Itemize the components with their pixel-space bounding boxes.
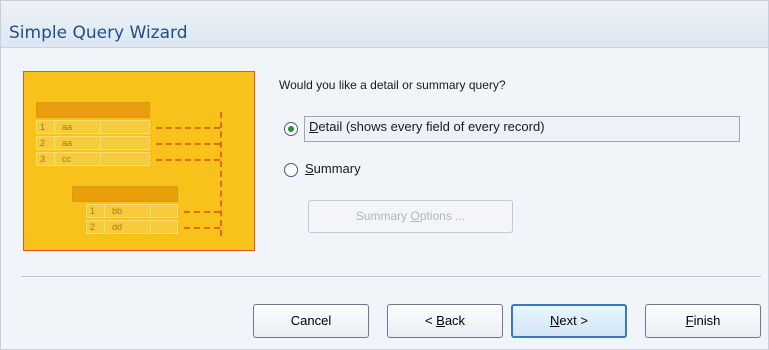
label-text: etail (shows every field of every record… bbox=[318, 119, 545, 134]
finish-button[interactable]: Finish bbox=[645, 304, 761, 338]
label-text: ack bbox=[444, 313, 466, 328]
wizard-window: Simple Query Wizard 1 aa 2 aa 3 cc 1 bb … bbox=[0, 0, 769, 350]
row-value: aa bbox=[59, 121, 101, 133]
accelerator-key: S bbox=[305, 161, 314, 176]
query-type-illustration: 1 aa 2 aa 3 cc 1 bb 2 dd bbox=[23, 71, 255, 251]
row-value: dd bbox=[109, 221, 151, 233]
accelerator-key: D bbox=[309, 119, 319, 134]
window-title: Simple Query Wizard bbox=[9, 23, 188, 43]
accelerator-key: B bbox=[436, 313, 445, 328]
label-text: < bbox=[424, 313, 437, 328]
field-link-vertical-line bbox=[220, 112, 222, 236]
summary-option-label[interactable]: Summary bbox=[305, 161, 361, 176]
label-text: ptions ... bbox=[419, 209, 466, 223]
accelerator-key: O bbox=[410, 209, 420, 223]
label-text: ummary bbox=[313, 161, 361, 176]
accelerator-key: N bbox=[550, 313, 560, 328]
row-number: 1 bbox=[90, 205, 105, 217]
label-text: Cancel bbox=[290, 313, 332, 328]
separator-line bbox=[21, 276, 761, 278]
next-button[interactable]: Next > bbox=[511, 304, 627, 338]
field-link-line bbox=[156, 143, 220, 145]
illustration-table1-row: 2 aa bbox=[36, 136, 150, 150]
accelerator-key: F bbox=[685, 313, 694, 328]
radio-checked-icon[interactable] bbox=[284, 122, 298, 136]
row-number: 1 bbox=[40, 121, 55, 133]
field-link-line bbox=[184, 227, 220, 229]
illustration-table1-row: 3 cc bbox=[36, 152, 150, 166]
radio-unchecked-icon[interactable] bbox=[284, 163, 298, 177]
title-bar[interactable]: Simple Query Wizard bbox=[1, 1, 768, 48]
illustration-table2-row: 2 dd bbox=[86, 220, 178, 234]
illustration-table2-row: 1 bb bbox=[86, 204, 178, 218]
field-link-line bbox=[156, 127, 220, 129]
back-button[interactable]: < Back bbox=[387, 304, 503, 338]
row-value: aa bbox=[59, 137, 101, 149]
cancel-button[interactable]: Cancel bbox=[253, 304, 369, 338]
illustration-table1-header bbox=[36, 102, 150, 118]
label-text: ext > bbox=[559, 313, 588, 328]
illustration-table2-header bbox=[72, 186, 178, 202]
illustration-table1-row: 1 aa bbox=[36, 120, 150, 134]
summary-options-button[interactable]: Summary Options ... bbox=[308, 200, 513, 233]
field-link-line bbox=[156, 159, 220, 161]
detail-option-label[interactable]: Detail (shows every field of every recor… bbox=[309, 119, 545, 134]
row-number: 2 bbox=[40, 137, 55, 149]
row-value: bb bbox=[109, 205, 151, 217]
label-text: inish bbox=[693, 313, 721, 328]
row-number: 2 bbox=[90, 221, 105, 233]
query-type-question: Would you like a detail or summary query… bbox=[279, 78, 506, 92]
row-number: 3 bbox=[40, 153, 55, 165]
row-value: cc bbox=[59, 153, 101, 165]
field-link-line bbox=[184, 211, 220, 213]
label-text: Summary bbox=[355, 209, 411, 223]
